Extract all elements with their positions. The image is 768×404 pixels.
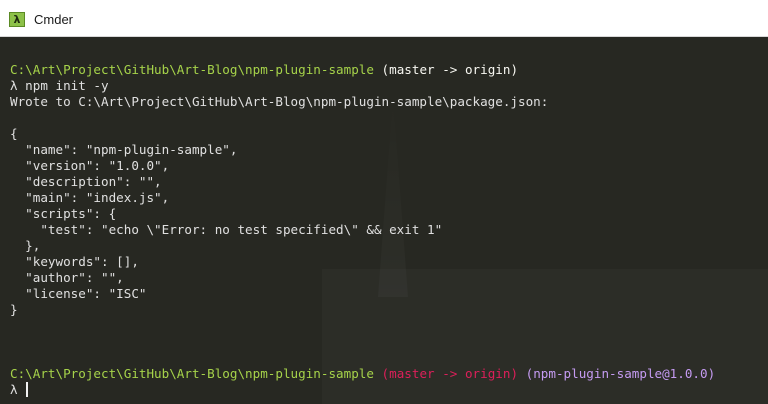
- input-prompt: λ: [10, 382, 18, 397]
- terminal-area[interactable]: C:\Art\Project\GitHub\Art-Blog\npm-plugi…: [0, 37, 768, 404]
- output-line: "description": "",: [10, 174, 162, 189]
- prompt-path: C:\Art\Project\GitHub\Art-Blog\npm-plugi…: [10, 366, 374, 381]
- output-line: "scripts": {: [10, 206, 117, 221]
- window-title: Cmder: [34, 12, 74, 27]
- output-line: "name": "npm-plugin-sample",: [10, 142, 238, 157]
- prompt-line-1: C:\Art\Project\GitHub\Art-Blog\npm-plugi…: [10, 62, 518, 78]
- output-line: "author": "",: [10, 270, 124, 285]
- cmder-window: λ Cmder C:\Art\Project\GitHub\Art-Blog\n…: [0, 0, 768, 404]
- output-line: },: [10, 238, 41, 253]
- output-line: "main": "index.js",: [10, 190, 170, 205]
- title-bar[interactable]: λ Cmder: [0, 0, 768, 37]
- input-line[interactable]: λ: [10, 382, 29, 398]
- output-line: "license": "ISC": [10, 286, 147, 301]
- output-line: {: [10, 126, 18, 141]
- prompt-path: C:\Art\Project\GitHub\Art-Blog\npm-plugi…: [10, 62, 374, 77]
- output-line: "keywords": [],: [10, 254, 139, 269]
- prompt-line-2: C:\Art\Project\GitHub\Art-Blog\npm-plugi…: [10, 366, 715, 382]
- command-line: λ npm init -y: [10, 78, 109, 93]
- cmder-lambda-icon: λ: [9, 12, 25, 27]
- git-branch-status: (master -> origin): [381, 366, 519, 381]
- background-watermark-spire: [378, 97, 408, 297]
- package-version: (npm-plugin-sample@1.0.0): [525, 366, 716, 381]
- git-branch-status: (master -> origin): [381, 62, 519, 77]
- output-line: "test": "echo \"Error: no test specified…: [10, 222, 443, 237]
- output-line: }: [10, 302, 18, 317]
- text-cursor: [26, 382, 29, 397]
- background-watermark: [322, 269, 768, 404]
- output-line: Wrote to C:\Art\Project\GitHub\Art-Blog\…: [10, 94, 549, 109]
- output-line: "version": "1.0.0",: [10, 158, 170, 173]
